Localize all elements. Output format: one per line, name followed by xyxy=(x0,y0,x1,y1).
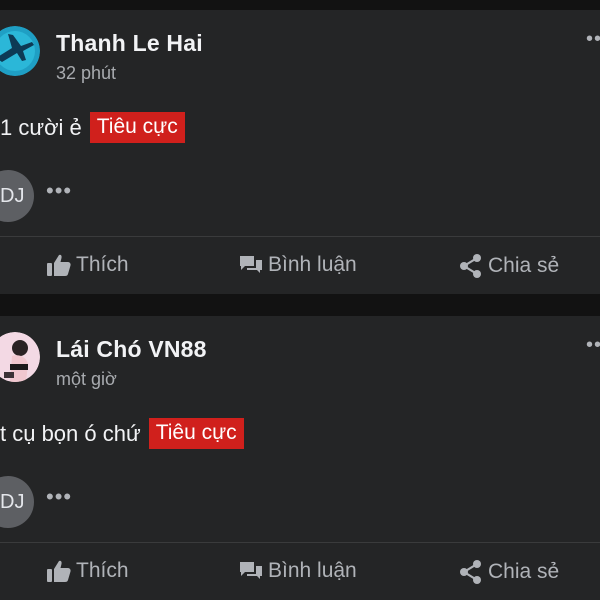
author-avatar[interactable] xyxy=(0,332,40,382)
post-text: 1 cười ẻ xyxy=(0,114,82,140)
author-avatar[interactable] xyxy=(0,26,40,76)
author-name[interactable]: Thanh Le Hai xyxy=(56,30,203,57)
sentiment-tag: Tiêu cực xyxy=(148,418,244,449)
post-content: t cụ bọn ó chứ Tiêu cực xyxy=(0,418,244,449)
author-name[interactable]: Lái Chó VN88 xyxy=(56,336,207,363)
comment-button[interactable]: Bình luận xyxy=(238,253,357,277)
post-content: 1 cười ẻ Tiêu cực xyxy=(0,112,185,143)
share-label: Chia sẻ xyxy=(488,254,560,277)
action-bar: Thích Bình luận Chia sẻ xyxy=(0,236,600,294)
thumbs-up-icon xyxy=(46,559,72,583)
share-icon xyxy=(458,253,484,279)
post-card: Thanh Le Hai 32 phút ••• 1 cười ẻ Tiêu c… xyxy=(0,10,600,294)
reaction-avatar[interactable]: DJ xyxy=(0,476,34,528)
plane-avatar-icon xyxy=(0,26,40,76)
share-button[interactable]: Chia sẻ xyxy=(458,253,559,279)
comment-icon xyxy=(238,559,264,583)
post-card: Lái Chó VN88 một giờ ••• t cụ bọn ó chứ … xyxy=(0,316,600,600)
post-text: t cụ bọn ó chứ xyxy=(0,420,141,446)
reaction-avatar[interactable]: DJ xyxy=(0,170,34,222)
share-label: Chia sẻ xyxy=(488,560,560,583)
reaction-more-icon[interactable]: ••• xyxy=(46,484,72,510)
comment-label: Bình luận xyxy=(268,253,357,276)
post-time[interactable]: một giờ xyxy=(56,369,117,390)
share-icon xyxy=(458,559,484,585)
like-button[interactable]: Thích xyxy=(46,559,129,583)
post-time[interactable]: 32 phút xyxy=(56,63,116,84)
comment-button[interactable]: Bình luận xyxy=(238,559,357,583)
share-button[interactable]: Chia sẻ xyxy=(458,559,559,585)
action-bar: Thích Bình luận Chia sẻ xyxy=(0,542,600,600)
like-label: Thích xyxy=(76,253,129,276)
like-button[interactable]: Thích xyxy=(46,253,129,277)
more-icon[interactable]: ••• xyxy=(586,334,600,357)
more-icon[interactable]: ••• xyxy=(586,28,600,51)
like-label: Thích xyxy=(76,559,129,582)
sentiment-tag: Tiêu cực xyxy=(89,112,185,143)
comment-icon xyxy=(238,253,264,277)
comment-label: Bình luận xyxy=(268,559,357,582)
thumbs-up-icon xyxy=(46,253,72,277)
person-avatar-icon xyxy=(0,332,40,382)
reaction-more-icon[interactable]: ••• xyxy=(46,178,72,204)
